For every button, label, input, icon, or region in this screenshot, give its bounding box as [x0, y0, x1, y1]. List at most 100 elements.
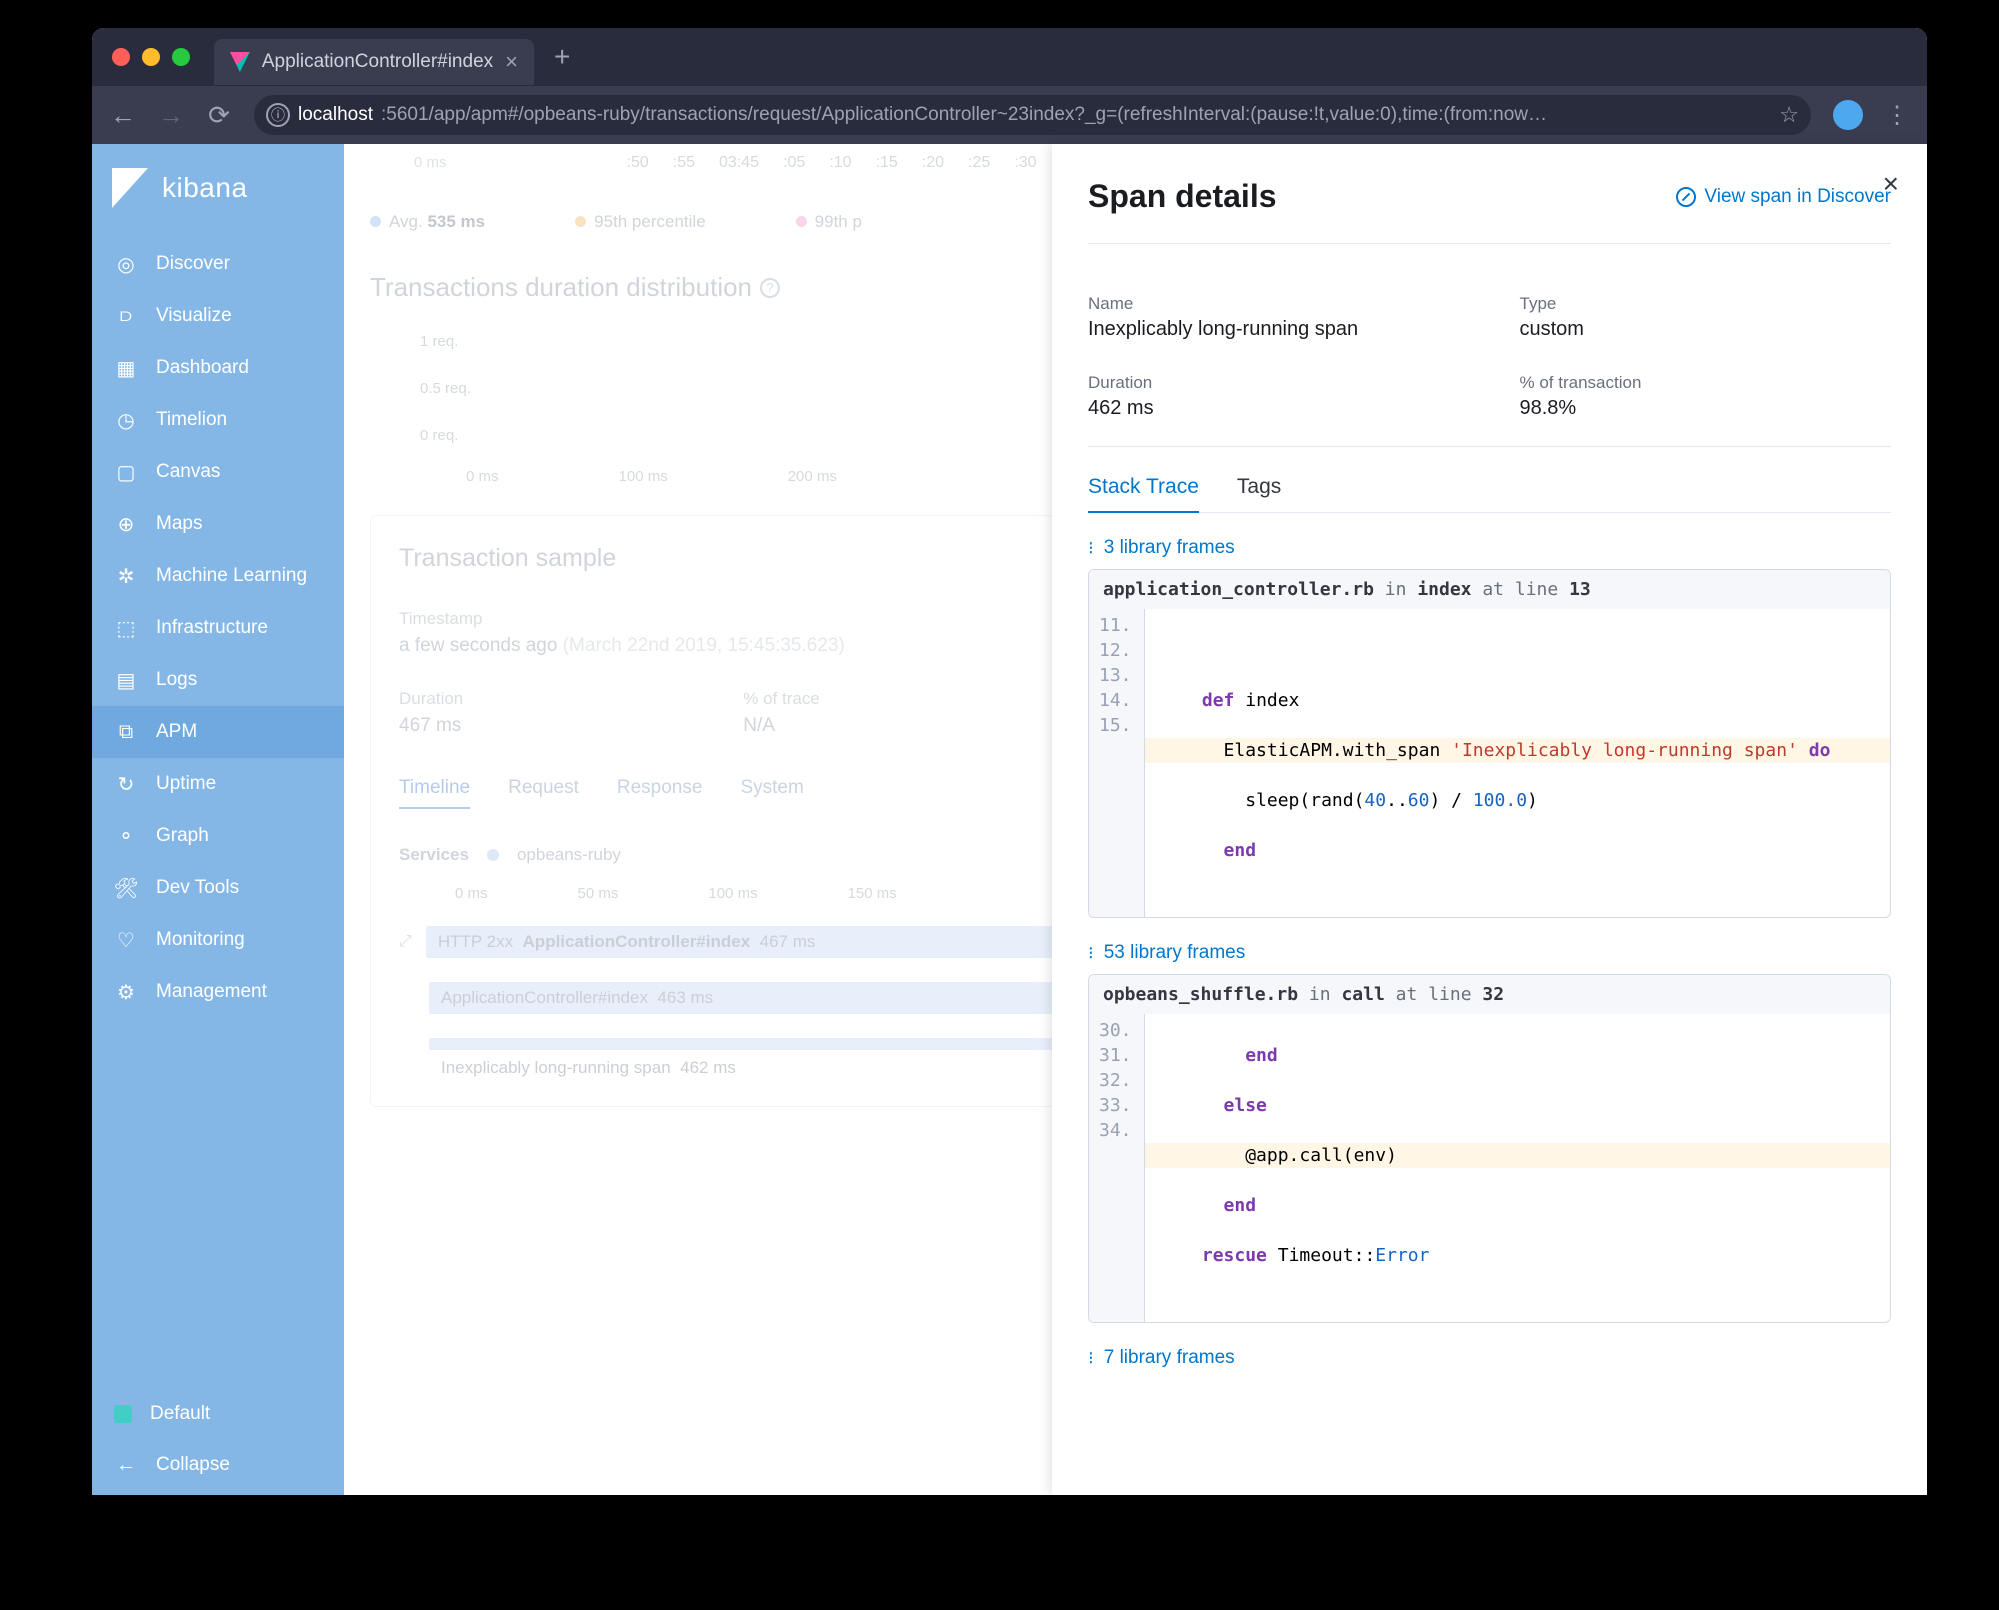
sidebar-item-maps[interactable]: ⊕Maps [92, 498, 344, 550]
sidebar-item-logs[interactable]: ▤Logs [92, 654, 344, 706]
flyout-title: Span details [1088, 178, 1277, 215]
sidebar-item-devtools[interactable]: 🛠Dev Tools [92, 862, 344, 914]
service-dot-icon [487, 849, 499, 861]
tab-title: ApplicationController#index [262, 51, 493, 73]
flyout-header: Span details View span in Discover [1088, 178, 1891, 244]
clock-icon: ◷ [114, 408, 138, 432]
detail-label-duration: Duration [1088, 373, 1460, 393]
condense-icon: ⁝ [1088, 1348, 1094, 1369]
compass-icon [1676, 187, 1696, 207]
globe-icon: ⊕ [114, 512, 138, 536]
new-tab-button[interactable]: + [554, 41, 570, 73]
detail-grid: Name Inexplicably long-running span Type… [1088, 294, 1891, 447]
code-lines: end else @app.call(env) end rescue Timeo… [1145, 1014, 1890, 1322]
sidebar-item-dashboard[interactable]: ▦Dashboard [92, 342, 344, 394]
chevron-left-icon: ← [114, 1453, 138, 1477]
code-gutter: 30. 31. 32. 33. 34. [1089, 1014, 1145, 1322]
detail-value-pct: 98.8% [1520, 397, 1892, 420]
maximize-window-button[interactable] [172, 48, 190, 66]
detail-label-name: Name [1088, 294, 1460, 314]
brand-name: kibana [162, 172, 248, 204]
detail-value-duration: 462 ms [1088, 397, 1460, 420]
view-in-discover-link[interactable]: View span in Discover [1676, 186, 1891, 208]
condense-icon: ⁝ [1088, 943, 1094, 964]
nav-items: ◎Discover ⫐Visualize ▦Dashboard ◷Timelio… [92, 238, 344, 1018]
sidebar-item-ml[interactable]: ✲Machine Learning [92, 550, 344, 602]
close-icon[interactable]: × [1883, 168, 1899, 200]
tab-stack-trace[interactable]: Stack Trace [1088, 475, 1199, 513]
kibana-favicon-icon [230, 52, 250, 72]
sidebar-item-management[interactable]: ⚙Management [92, 966, 344, 1018]
sidebar-item-infrastructure[interactable]: ⬚Infrastructure [92, 602, 344, 654]
cube-icon: ⬚ [114, 616, 138, 640]
ml-icon: ✲ [114, 564, 138, 588]
square-icon: ▢ [114, 460, 138, 484]
sidebar-item-uptime[interactable]: ↻Uptime [92, 758, 344, 810]
help-icon[interactable]: ? [760, 278, 780, 298]
span-details-flyout: × Span details View span in Discover Nam… [1052, 144, 1927, 1495]
sidebar-item-visualize[interactable]: ⫐Visualize [92, 290, 344, 342]
code-lines: def index ElasticAPM.with_span 'Inexplic… [1145, 609, 1890, 917]
apm-icon: ⧉ [114, 720, 138, 744]
minimize-window-button[interactable] [142, 48, 160, 66]
document-icon: ▤ [114, 668, 138, 692]
uptime-icon: ↻ [114, 772, 138, 796]
code-header: application_controller.rb in index at li… [1089, 570, 1890, 609]
kibana-logo-icon [112, 168, 148, 208]
browser-tab[interactable]: ApplicationController#index × [214, 39, 534, 85]
tab-close-icon[interactable]: × [505, 49, 518, 75]
detail-label-type: Type [1520, 294, 1892, 314]
url-field[interactable]: ⓘ localhost :5601/app/apm#/opbeans-ruby/t… [254, 95, 1811, 135]
address-bar: ← → ⟳ ⓘ localhost :5601/app/apm#/opbeans-… [92, 86, 1927, 144]
tab-tags[interactable]: Tags [1237, 475, 1281, 513]
wrench-icon: 🛠 [114, 876, 138, 900]
chart-x-ticks: :50 :55 03:45 :05 :10 :15 :20 :25 :30 [627, 154, 1037, 172]
sidebar-item-collapse[interactable]: ←Collapse [92, 1439, 344, 1491]
app-content: kibana ◎Discover ⫐Visualize ▦Dashboard ◷… [92, 144, 1927, 1495]
gear-icon: ⚙ [114, 980, 138, 1004]
sidebar-item-default[interactable]: Default [92, 1389, 344, 1439]
detail-value-name: Inexplicably long-running span [1088, 318, 1460, 341]
code-block-2: opbeans_shuffle.rb in call at line 32 30… [1088, 974, 1891, 1323]
grid-icon: ▦ [114, 356, 138, 380]
sidebar-item-canvas[interactable]: ▢Canvas [92, 446, 344, 498]
chart-y-label: 0 ms [414, 154, 447, 171]
browser-menu-icon[interactable]: ⋮ [1885, 101, 1909, 130]
detail-value-type: custom [1520, 318, 1892, 341]
space-icon [114, 1405, 132, 1423]
bar-chart-icon: ⫐ [114, 304, 138, 328]
code-block-1: application_controller.rb in index at li… [1088, 569, 1891, 918]
graph-icon: ⚬ [114, 824, 138, 848]
heartbeat-icon: ♡ [114, 928, 138, 952]
expand-icon[interactable]: ⤢ [399, 933, 412, 951]
condense-icon: ⁝ [1088, 538, 1094, 559]
compass-icon: ◎ [114, 252, 138, 276]
sidebar-item-monitoring[interactable]: ♡Monitoring [92, 914, 344, 966]
sidebar-item-timelion[interactable]: ◷Timelion [92, 394, 344, 446]
code-gutter: 11. 12. 13. 14. 15. [1089, 609, 1145, 917]
url-host: localhost [298, 104, 373, 126]
library-frames-2[interactable]: ⁝ 53 library frames [1088, 942, 1891, 964]
bookmark-icon[interactable]: ☆ [1779, 102, 1799, 128]
tab-system[interactable]: System [740, 777, 803, 809]
reload-button[interactable]: ⟳ [206, 100, 232, 131]
close-window-button[interactable] [112, 48, 130, 66]
back-button[interactable]: ← [110, 100, 136, 131]
flyout-tabs: Stack Trace Tags [1088, 475, 1891, 513]
profile-avatar[interactable] [1833, 100, 1863, 130]
browser-window: ApplicationController#index × + ← → ⟳ ⓘ … [92, 28, 1927, 1495]
url-path: :5601/app/apm#/opbeans-ruby/transactions… [381, 104, 1547, 126]
logo-area[interactable]: kibana [92, 150, 344, 226]
code-header: opbeans_shuffle.rb in call at line 32 [1089, 975, 1890, 1014]
sidebar-item-apm[interactable]: ⧉APM [92, 706, 344, 758]
sidebar: kibana ◎Discover ⫐Visualize ▦Dashboard ◷… [92, 144, 344, 1495]
tab-response[interactable]: Response [617, 777, 703, 809]
library-frames-3[interactable]: ⁝ 7 library frames [1088, 1347, 1891, 1369]
tab-timeline[interactable]: Timeline [399, 777, 470, 809]
forward-button[interactable]: → [158, 100, 184, 131]
sidebar-item-discover[interactable]: ◎Discover [92, 238, 344, 290]
sidebar-item-graph[interactable]: ⚬Graph [92, 810, 344, 862]
library-frames-1[interactable]: ⁝ 3 library frames [1088, 537, 1891, 559]
tab-request[interactable]: Request [508, 777, 579, 809]
site-info-icon[interactable]: ⓘ [266, 103, 290, 127]
